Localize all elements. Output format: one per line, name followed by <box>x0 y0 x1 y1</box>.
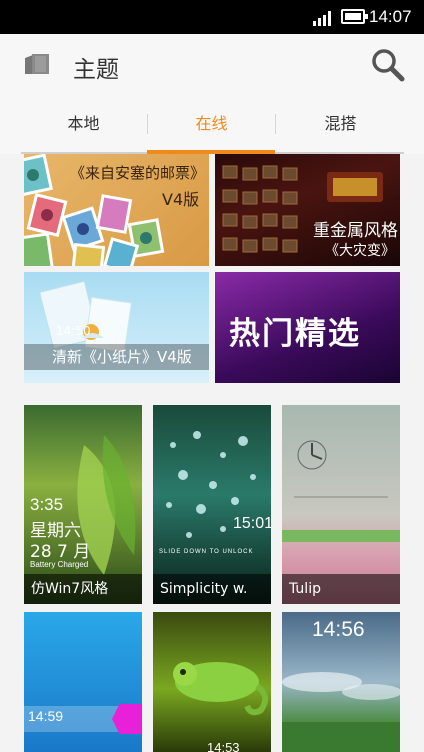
banner-title: 《来自安塞的邮票》 <box>70 164 206 182</box>
search-icon[interactable] <box>370 47 406 83</box>
lockscreen-time: 14:53 <box>207 740 240 752</box>
battery-icon <box>341 9 368 24</box>
theme-thumbnail[interactable]: 14:56 <box>282 612 400 752</box>
lockscreen-time: 3:35 <box>30 495 64 514</box>
status-time: 14:07 <box>369 7 412 26</box>
theme-thumbnail[interactable]: Tulip <box>282 405 400 604</box>
banner-hot-picks[interactable]: 热门精选 <box>215 272 400 383</box>
tab-bar: 本地 在线 混搭 <box>0 98 424 154</box>
theme-thumbnail[interactable]: 3:35 星期六 28 7 月 Battery Charged 仿Win7风格 <box>24 405 142 604</box>
theme-name: 仿Win7风格 <box>24 574 142 604</box>
banner-title: 清新《小纸片》V4版 <box>52 348 192 366</box>
banner-subtitle: 《大灾变》 <box>325 243 395 259</box>
banner-heavy-metal[interactable]: 重金属风格 《大灾变》 <box>215 154 400 266</box>
theme-thumbnail[interactable]: 15:01 SLIDE DOWN TO UNLOCK Simplicity w. <box>153 405 271 604</box>
lockscreen-date: 28 7 月 <box>30 542 91 562</box>
banner-stamps[interactable]: 《来自安塞的邮票》 V4版 <box>24 154 209 266</box>
banner-title: 热门精选 <box>229 316 361 352</box>
lockscreen-status: Battery Charged <box>30 560 89 569</box>
chameleon-artwork <box>173 662 269 716</box>
page-title: 主题 <box>73 57 119 83</box>
theme-name: Simplicity w. <box>153 574 271 604</box>
tab-mix[interactable]: 混搭 <box>270 98 411 150</box>
app-bar: 主题 <box>0 34 424 98</box>
theme-app-icon[interactable] <box>23 52 51 76</box>
banner-clock: 14:50 <box>56 324 91 338</box>
lockscreen-time: 15:01 <box>233 515 271 532</box>
banner-title: 重金属风格 <box>313 221 398 241</box>
banner-subtitle: V4版 <box>162 190 200 209</box>
tab-local[interactable]: 本地 <box>13 98 154 150</box>
status-bar: 14:07 <box>0 0 424 34</box>
unlock-hint: SLIDE DOWN TO UNLOCK <box>159 549 254 555</box>
theme-name: Tulip <box>282 574 400 604</box>
lockscreen-time: 14:56 <box>312 618 365 641</box>
tab-online[interactable]: 在线 <box>141 98 282 150</box>
signal-icon <box>313 10 335 26</box>
banner-paper[interactable]: 14:50 清新《小纸片》V4版 <box>24 272 209 383</box>
theme-list[interactable]: 《来自安塞的邮票》 V4版 重金属风格 《大灾变》 14:50 清新《小纸片》V… <box>0 154 424 752</box>
lockscreen-time: 14:59 <box>28 708 64 724</box>
theme-thumbnail[interactable]: 14:53 <box>153 612 271 752</box>
theme-thumbnail[interactable]: 14:59 <box>24 612 142 752</box>
